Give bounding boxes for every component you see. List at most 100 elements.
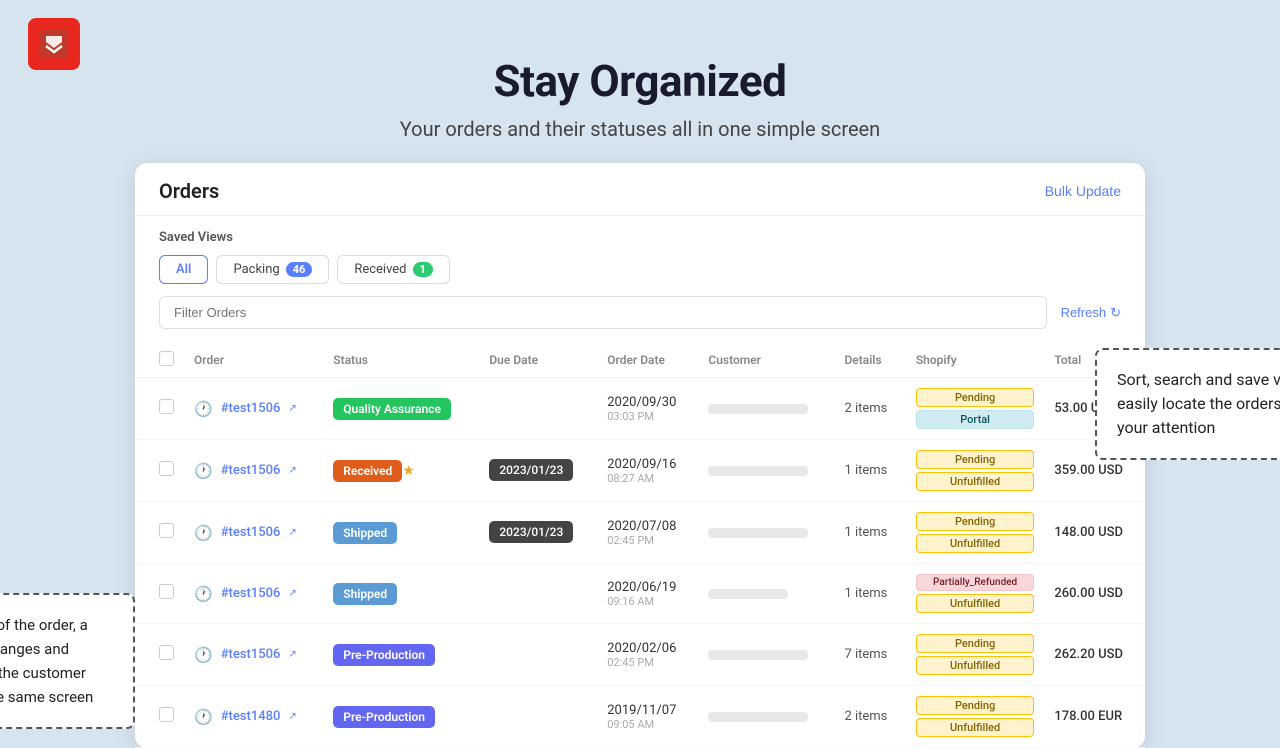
- details-text: 1 items: [844, 463, 887, 478]
- status-cell: Shipped: [323, 502, 479, 564]
- table-row: 🕐#test1506↗Shipped2023/01/232020/07/0802…: [135, 502, 1145, 564]
- tooltip-order: Easily view the details of the order, a …: [0, 593, 135, 729]
- external-link-icon[interactable]: ↗: [288, 465, 296, 476]
- shopify-group: PendingUnfulfilled: [916, 634, 1035, 675]
- order-cell: 🕐 #test1506 ↗: [184, 378, 323, 440]
- details-text: 2 items: [844, 401, 887, 416]
- customer-cell: [698, 378, 834, 440]
- order-cell: 🕐#test1506↗: [184, 502, 323, 564]
- orders-card: Orders Bulk Update Saved Views All Packi…: [135, 163, 1145, 748]
- shopify-cell: PendingPortal: [906, 378, 1045, 440]
- total-amount: 359.00 USD: [1054, 463, 1123, 478]
- shopify-group: PendingUnfulfilled: [916, 512, 1035, 553]
- details-text: 2 items: [844, 709, 887, 724]
- order-link[interactable]: #test1480: [221, 709, 281, 724]
- shopify-cell: PendingUnfulfilled: [906, 440, 1045, 502]
- shopify-cell: PendingUnfulfilled: [906, 686, 1045, 748]
- table-row: 🕐#test1506↗Received★2023/01/232020/09/16…: [135, 440, 1145, 502]
- customer-placeholder: [708, 528, 808, 538]
- order-time: 03:03 PM: [607, 410, 688, 423]
- order-date: 2019/11/07: [607, 703, 688, 718]
- total-cell: 178.00 EUR: [1044, 686, 1145, 748]
- details-cell: 7 items: [834, 624, 905, 686]
- col-shopify: Shopify: [906, 343, 1045, 378]
- shopify-top-badge: Pending: [916, 696, 1035, 715]
- order-time: 02:45 PM: [607, 656, 688, 669]
- customer-placeholder: [708, 466, 808, 476]
- order-link[interactable]: #test1506: [221, 463, 281, 478]
- select-all-checkbox[interactable]: [159, 351, 174, 366]
- due-date-cell: [479, 686, 597, 748]
- order-date-cell: 2020/09/1608:27 AM: [597, 440, 698, 502]
- details-cell: 1 items: [834, 440, 905, 502]
- saved-views-label: Saved Views: [159, 230, 1121, 245]
- clock-icon: 🕐: [194, 585, 213, 603]
- external-link-icon[interactable]: ↗: [288, 588, 296, 599]
- order-link[interactable]: #test1506: [221, 586, 281, 601]
- row-checkbox-cell: [135, 440, 184, 502]
- row-checkbox-cell: [135, 378, 184, 440]
- row-checkbox[interactable]: [159, 461, 174, 476]
- clock-icon: 🕐: [194, 462, 213, 480]
- order-date: 2020/06/19: [607, 580, 688, 595]
- row-checkbox[interactable]: [159, 523, 174, 538]
- shopify-cell: PendingUnfulfilled: [906, 502, 1045, 564]
- filter-orders-input[interactable]: [159, 296, 1047, 329]
- status-cell: Pre-Production: [323, 624, 479, 686]
- tab-packing[interactable]: Packing 46: [216, 255, 329, 284]
- external-link-icon[interactable]: ↗: [288, 649, 296, 660]
- order-cell: 🕐 #test1506 ↗: [184, 440, 323, 502]
- status-badge: Pre-Production: [333, 706, 435, 728]
- row-checkbox-cell: [135, 564, 184, 624]
- total-amount: 260.00 USD: [1054, 586, 1123, 601]
- order-time: 09:16 AM: [607, 595, 688, 608]
- row-checkbox[interactable]: [159, 584, 174, 599]
- due-date-badge: 2023/01/23: [489, 521, 573, 543]
- app-logo: [28, 18, 80, 70]
- order-time: 02:45 PM: [607, 534, 688, 547]
- shopify-bottom-badge: Unfulfilled: [916, 656, 1035, 675]
- details-cell: 1 items: [834, 564, 905, 624]
- tab-all[interactable]: All: [159, 255, 208, 284]
- hero-subtitle: Your orders and their statuses all in on…: [0, 117, 1280, 141]
- shopify-top-badge: Pending: [916, 388, 1035, 407]
- status-badge: Pre-Production: [333, 644, 435, 666]
- order-link[interactable]: #test1506: [221, 525, 281, 540]
- shopify-bottom-badge: Unfulfilled: [916, 594, 1035, 613]
- external-link-icon[interactable]: ↗: [288, 527, 296, 538]
- external-link-icon[interactable]: ↗: [288, 711, 296, 722]
- tab-received[interactable]: Received 1: [337, 255, 450, 284]
- order-date: 2020/02/06: [607, 641, 688, 656]
- total-cell: 260.00 USD: [1044, 564, 1145, 624]
- row-checkbox[interactable]: [159, 645, 174, 660]
- status-cell: Received★: [323, 440, 479, 502]
- order-link[interactable]: #test1506: [221, 401, 281, 416]
- total-amount: 262.20 USD: [1054, 647, 1123, 662]
- status-cell: Pre-Production: [323, 686, 479, 748]
- col-order: Order: [184, 343, 323, 378]
- due-date-cell: [479, 564, 597, 624]
- clock-icon: 🕐: [194, 400, 213, 418]
- table-row: 🕐#test1506↗Quality Assurance2020/09/3003…: [135, 378, 1145, 440]
- shopify-bottom-badge: Unfulfilled: [916, 534, 1035, 553]
- row-checkbox-cell: [135, 686, 184, 748]
- col-customer: Customer: [698, 343, 834, 378]
- customer-placeholder: [708, 650, 808, 660]
- orders-table: Order Status Due Date Order Date Custome…: [135, 343, 1145, 748]
- col-order-date: Order Date: [597, 343, 698, 378]
- orders-title: Orders: [159, 179, 219, 203]
- bulk-update-button[interactable]: Bulk Update: [1045, 183, 1121, 199]
- details-cell: 2 items: [834, 378, 905, 440]
- customer-placeholder: [708, 404, 808, 414]
- external-link-icon[interactable]: ↗: [288, 403, 296, 414]
- total-amount: 148.00 USD: [1054, 525, 1123, 540]
- order-link[interactable]: #test1506: [221, 647, 281, 662]
- refresh-button[interactable]: Refresh ↻: [1061, 305, 1121, 321]
- order-cell: 🕐 #test1506 ↗: [184, 564, 323, 624]
- row-checkbox-cell: [135, 502, 184, 564]
- packing-badge: 46: [286, 262, 313, 277]
- row-checkbox[interactable]: [159, 399, 174, 414]
- filter-row: Refresh ↻: [135, 284, 1145, 329]
- status-badge: Received: [333, 460, 402, 482]
- order-cell: 🕐#test1506↗: [184, 624, 323, 686]
